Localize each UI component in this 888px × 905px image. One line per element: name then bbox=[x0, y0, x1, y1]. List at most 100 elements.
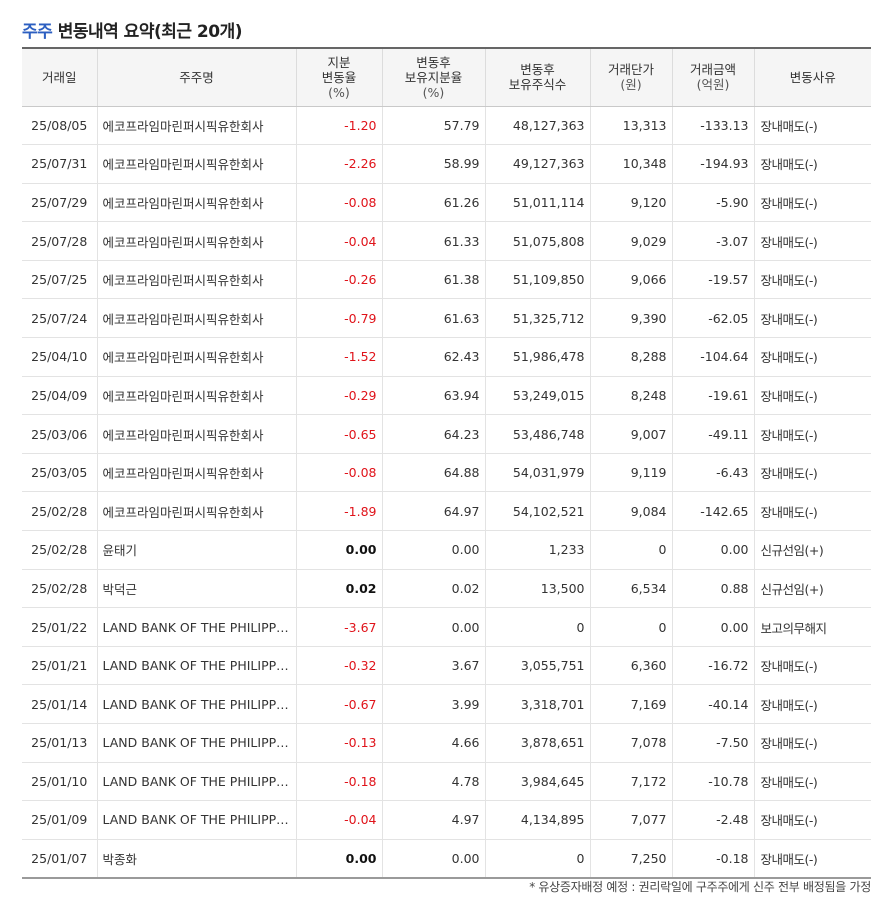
cell-holding-ratio: 58.99 bbox=[381, 144, 485, 184]
table-row[interactable]: 25/02/28 에코프라임마린퍼시픽유한회사 -1.89 64.97 54,102,5… bbox=[22, 491, 871, 532]
table-row[interactable]: 25/01/10 LAND BANK OF THE PHILIPPINES -0.1… bbox=[22, 762, 871, 802]
cell-amount: -5.90 bbox=[671, 183, 754, 223]
cell-holder[interactable]: 윤태기 bbox=[96, 530, 296, 570]
cell-holding-ratio: 62.43 bbox=[381, 337, 485, 377]
cell-change-rate: -1.89 bbox=[295, 491, 382, 532]
cell-holder[interactable]: 에코프라임마린퍼시픽유한회사 bbox=[96, 144, 296, 184]
cell-reason: 장내매도(-) bbox=[753, 762, 871, 802]
cell-holder[interactable]: 박종화 bbox=[96, 839, 296, 879]
cell-date: 25/07/25 bbox=[22, 260, 97, 300]
table-row[interactable]: 25/01/14 LAND BANK OF THE PHILIPPINES -0.6… bbox=[22, 684, 871, 724]
cell-holder[interactable]: LAND BANK OF THE PHILIPPINES bbox=[96, 762, 296, 802]
cell-amount: -3.07 bbox=[671, 221, 754, 261]
cell-holder[interactable]: 에코프라임마린퍼시픽유한회사 bbox=[96, 337, 296, 377]
cell-change-rate: 0.00 bbox=[295, 839, 382, 879]
table-row[interactable]: 25/02/28 박덕근 0.02 0.02 13,500 6,534 0.88 신규선임(+… bbox=[22, 569, 871, 609]
cell-change-rate: 0.02 bbox=[295, 569, 382, 609]
table-row[interactable]: 25/07/24 에코프라임마린퍼시픽유한회사 -0.79 61.63 51,325,7… bbox=[22, 298, 871, 339]
col-header-date[interactable]: 거래일 bbox=[22, 47, 97, 107]
cell-change-rate: -0.13 bbox=[295, 723, 382, 763]
cell-reason: 장내매도(-) bbox=[753, 221, 871, 261]
table-row[interactable]: 25/01/21 LAND BANK OF THE PHILIPPINES -0.3… bbox=[22, 646, 871, 686]
cell-change-rate: -0.65 bbox=[295, 414, 382, 454]
cell-holder[interactable]: LAND BANK OF THE PHILIPPINES bbox=[96, 723, 296, 763]
cell-change-rate: -0.79 bbox=[295, 298, 382, 339]
cell-amount: -0.18 bbox=[671, 839, 754, 879]
table-row[interactable]: 25/07/25 에코프라임마린퍼시픽유한회사 -0.26 61.38 51,109,8… bbox=[22, 260, 871, 300]
cell-reason: 장내매도(-) bbox=[753, 491, 871, 532]
cell-shares: 3,055,751 bbox=[484, 646, 590, 686]
cell-reason: 신규선임(+) bbox=[753, 530, 871, 570]
col-header-price[interactable]: 거래단가 (원) bbox=[589, 47, 672, 107]
col-header-reason[interactable]: 변동사유 bbox=[753, 47, 871, 107]
cell-amount: 0.00 bbox=[671, 530, 754, 570]
cell-holder[interactable]: 에코프라임마린퍼시픽유한회사 bbox=[96, 221, 296, 261]
table-row[interactable]: 25/04/10 에코프라임마린퍼시픽유한회사 -1.52 62.43 51,986,4… bbox=[22, 337, 871, 377]
cell-amount: -6.43 bbox=[671, 453, 754, 493]
cell-holder[interactable]: LAND BANK OF THE PHILIPPINES bbox=[96, 646, 296, 686]
cell-price: 7,250 bbox=[589, 839, 672, 879]
table-row[interactable]: 25/04/09 에코프라임마린퍼시픽유한회사 -0.29 63.94 53,249,0… bbox=[22, 376, 871, 416]
table-row[interactable]: 25/03/06 에코프라임마린퍼시픽유한회사 -0.65 64.23 53,486,7… bbox=[22, 414, 871, 454]
cell-change-rate: -0.04 bbox=[295, 221, 382, 261]
cell-holder[interactable]: 에코프라임마린퍼시픽유한회사 bbox=[96, 260, 296, 300]
col-header-change-rate[interactable]: 지분 변동율 (%) bbox=[295, 47, 382, 107]
cell-change-rate: -0.08 bbox=[295, 183, 382, 223]
cell-shares: 54,102,521 bbox=[484, 491, 590, 532]
table-header-row: 거래일 주주명 지분 변동율 (%) 변동후 보유지분율 (%) 변동후 보유주식수 거래… bbox=[22, 47, 871, 107]
cell-amount: -142.65 bbox=[671, 491, 754, 532]
cell-reason: 장내매도(-) bbox=[753, 183, 871, 223]
cell-change-rate: -1.20 bbox=[295, 106, 382, 146]
cell-reason: 장내매도(-) bbox=[753, 646, 871, 686]
cell-amount: -62.05 bbox=[671, 298, 754, 339]
table-row[interactable]: 25/07/31 에코프라임마린퍼시픽유한회사 -2.26 58.99 49,127,3… bbox=[22, 144, 871, 184]
cell-amount: -104.64 bbox=[671, 337, 754, 377]
col-header-holder[interactable]: 주주명 bbox=[96, 47, 296, 107]
cell-change-rate: 0.00 bbox=[295, 530, 382, 570]
cell-holder[interactable]: LAND BANK OF THE PHILIPPINES bbox=[96, 800, 296, 840]
cell-holding-ratio: 64.23 bbox=[381, 414, 485, 454]
table-body: 25/08/05 에코프라임마린퍼시픽유한회사 -1.20 57.79 48,127,3… bbox=[22, 106, 871, 879]
cell-date: 25/01/13 bbox=[22, 723, 97, 763]
table-row[interactable]: 25/01/09 LAND BANK OF THE PHILIPPINES -0.0… bbox=[22, 800, 871, 840]
col-header-shares[interactable]: 변동후 보유주식수 bbox=[484, 47, 590, 107]
table-row[interactable]: 25/07/29 에코프라임마린퍼시픽유한회사 -0.08 61.26 51,011,1… bbox=[22, 183, 871, 223]
cell-holder[interactable]: 에코프라임마린퍼시픽유한회사 bbox=[96, 414, 296, 454]
table-row[interactable]: 25/08/05 에코프라임마린퍼시픽유한회사 -1.20 57.79 48,127,3… bbox=[22, 106, 871, 146]
cell-amount: -2.48 bbox=[671, 800, 754, 840]
col-header-amount-unit: (억원) bbox=[696, 77, 730, 93]
cell-date: 25/01/22 bbox=[22, 607, 97, 647]
cell-price: 9,007 bbox=[589, 414, 672, 454]
cell-shares: 54,031,979 bbox=[484, 453, 590, 493]
cell-reason: 장내매도(-) bbox=[753, 298, 871, 339]
table-row[interactable]: 25/03/05 에코프라임마린퍼시픽유한회사 -0.08 64.88 54,031,9… bbox=[22, 453, 871, 493]
table-row[interactable]: 25/01/13 LAND BANK OF THE PHILIPPINES -0.1… bbox=[22, 723, 871, 763]
cell-price: 9,084 bbox=[589, 491, 672, 532]
cell-holder[interactable]: LAND BANK OF THE PHILIPPINES bbox=[96, 607, 296, 647]
cell-price: 7,169 bbox=[589, 684, 672, 724]
cell-shares: 13,500 bbox=[484, 569, 590, 609]
table-row[interactable]: 25/01/22 LAND BANK OF THE PHILIPPINES -3.6… bbox=[22, 607, 871, 647]
table-row[interactable]: 25/07/28 에코프라임마린퍼시픽유한회사 -0.04 61.33 51,075,8… bbox=[22, 221, 871, 261]
cell-holder[interactable]: 에코프라임마린퍼시픽유한회사 bbox=[96, 453, 296, 493]
col-header-holding-ratio[interactable]: 변동후 보유지분율 (%) bbox=[381, 47, 485, 107]
cell-holder[interactable]: 박덕근 bbox=[96, 569, 296, 609]
cell-shares: 53,249,015 bbox=[484, 376, 590, 416]
cell-holder[interactable]: 에코프라임마린퍼시픽유한회사 bbox=[96, 298, 296, 339]
cell-holder[interactable]: 에코프라임마린퍼시픽유한회사 bbox=[96, 491, 296, 532]
cell-price: 8,288 bbox=[589, 337, 672, 377]
cell-holding-ratio: 0.02 bbox=[381, 569, 485, 609]
table-row[interactable]: 25/02/28 윤태기 0.00 0.00 1,233 0 0.00 신규선임(+) bbox=[22, 530, 871, 570]
cell-holder[interactable]: 에코프라임마린퍼시픽유한회사 bbox=[96, 183, 296, 223]
table-row[interactable]: 25/01/07 박종화 0.00 0.00 0 7,250 -0.18 장내매도(-) bbox=[22, 839, 871, 879]
cell-reason: 장내매도(-) bbox=[753, 106, 871, 146]
cell-holder[interactable]: LAND BANK OF THE PHILIPPINES bbox=[96, 684, 296, 724]
cell-price: 9,390 bbox=[589, 298, 672, 339]
col-header-amount[interactable]: 거래금액 (억원) bbox=[671, 47, 754, 107]
cell-shares: 0 bbox=[484, 607, 590, 647]
cell-amount: -7.50 bbox=[671, 723, 754, 763]
cell-holding-ratio: 3.99 bbox=[381, 684, 485, 724]
cell-holder[interactable]: 에코프라임마린퍼시픽유한회사 bbox=[96, 106, 296, 146]
col-header-price-unit: (원) bbox=[620, 77, 642, 93]
cell-holder[interactable]: 에코프라임마린퍼시픽유한회사 bbox=[96, 376, 296, 416]
